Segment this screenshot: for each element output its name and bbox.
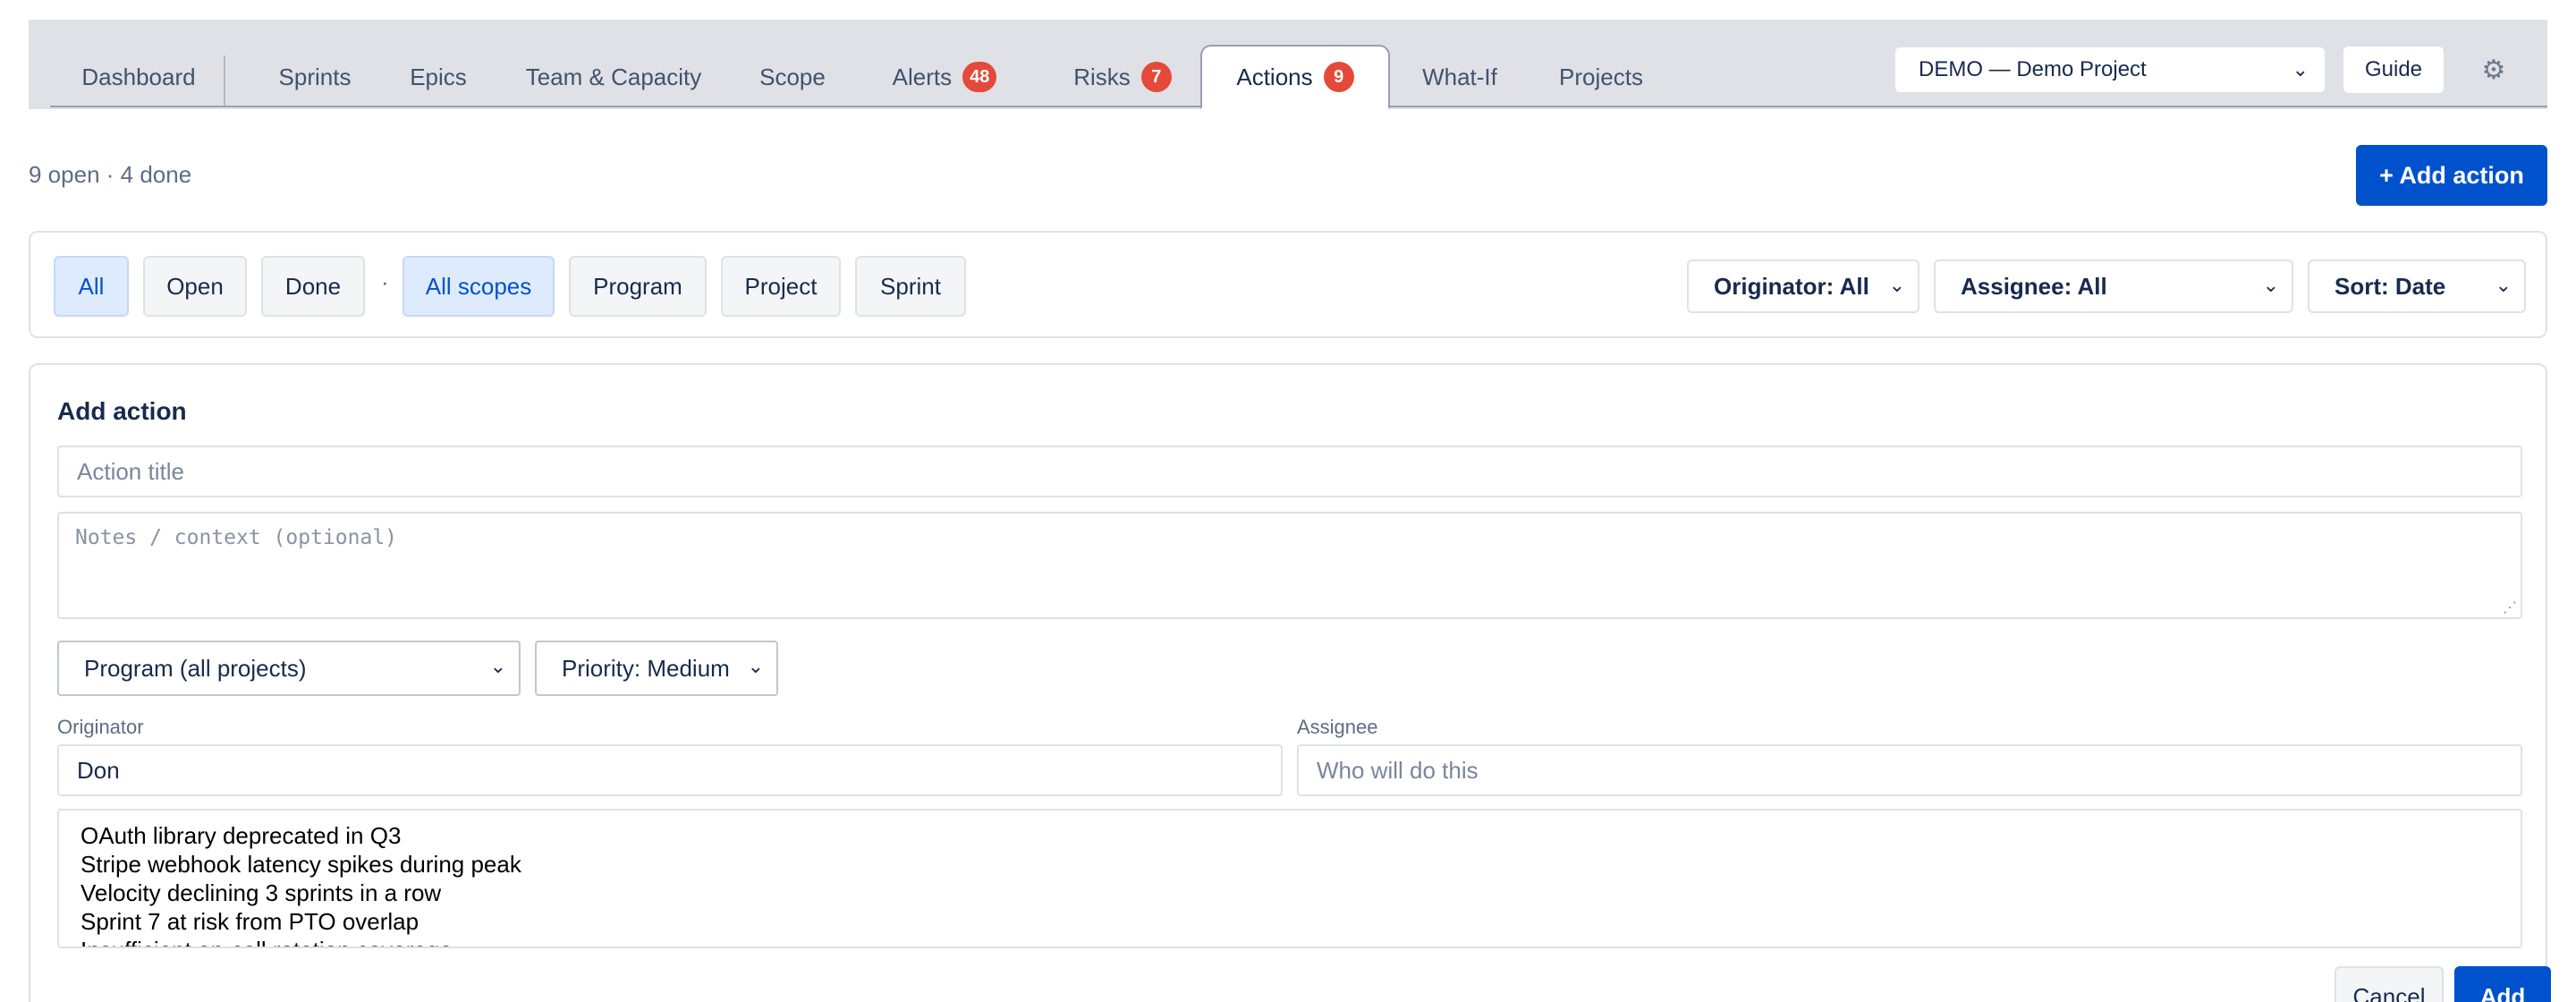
priority-select[interactable]: Priority: Medium ⌄ (535, 641, 778, 696)
form-title: Add action (57, 397, 187, 425)
filter-status-open[interactable]: Open (143, 256, 247, 317)
linked-items-list[interactable]: OAuth library deprecated in Q3 Stripe we… (57, 809, 2522, 948)
assignee-filter-value: Assignee: All (1961, 272, 2107, 300)
notes-textarea[interactable]: Notes / context (optional) ⋰ (57, 512, 2522, 619)
tab-team-capacity[interactable]: Team & Capacity (524, 45, 703, 109)
add-action-form: Add action Action title Notes / context … (29, 363, 2551, 1002)
scope-select-value: Program (all projects) (84, 654, 307, 682)
chevron-down-icon: ⌄ (2262, 274, 2279, 296)
tab-what-if[interactable]: What-If (1415, 45, 1504, 109)
chevron-down-icon: ⌄ (2292, 58, 2309, 81)
actions-summary: 9 open · 4 done (29, 161, 192, 188)
filter-scope-project[interactable]: Project (721, 256, 841, 317)
tab-label: Sprints (278, 63, 352, 90)
scope-select[interactable]: Program (all projects) ⌄ (57, 641, 521, 696)
filter-scope-program[interactable]: Program (569, 256, 707, 317)
filter-scope-sprint[interactable]: Sprint (855, 256, 966, 317)
tab-scope[interactable]: Scope (757, 45, 828, 109)
guide-button[interactable]: Guide (2343, 47, 2444, 93)
add-action-button[interactable]: + Add action (2356, 145, 2547, 206)
resize-handle-icon[interactable]: ⋰ (2503, 599, 2517, 616)
alerts-count-badge: 48 (962, 62, 997, 92)
list-item[interactable]: Velocity declining 3 sprints in a row (80, 879, 2499, 907)
action-title-input[interactable]: Action title (57, 446, 2522, 497)
filter-bar: All Open Done · All scopes Program Proje… (29, 231, 2547, 338)
tab-label: Alerts (892, 63, 953, 90)
tab-sprints[interactable]: Sprints (277, 45, 352, 109)
filter-status-done[interactable]: Done (261, 256, 365, 317)
project-select-value: DEMO — Demo Project (1919, 57, 2147, 81)
tab-actions[interactable]: Actions 9 (1200, 45, 1390, 109)
tab-dashboard[interactable]: Dashboard (80, 45, 197, 109)
chevron-down-icon: ⌄ (1888, 274, 1905, 296)
tab-label: Scope (759, 63, 826, 90)
originator-input[interactable]: Don (57, 744, 1283, 796)
originator-filter-select[interactable]: Originator: All ⌄ (1687, 259, 1919, 313)
filter-status-all[interactable]: All (54, 256, 129, 317)
list-item[interactable]: OAuth library deprecated in Q3 (80, 821, 2499, 850)
chevron-down-icon: ⌄ (489, 655, 506, 677)
tab-risks[interactable]: Risks 7 (1064, 45, 1181, 109)
tab-label: Team & Capacity (525, 63, 702, 90)
tab-label: Dashboard (81, 63, 196, 90)
filter-scope-all[interactable]: All scopes (402, 256, 555, 317)
tab-label: Actions (1236, 63, 1313, 90)
tab-alerts[interactable]: Alerts 48 (882, 45, 1007, 109)
sort-select[interactable]: Sort: Date ⌄ (2308, 259, 2526, 313)
project-select[interactable]: DEMO — Demo Project ⌄ (1894, 47, 2326, 93)
list-item[interactable]: Insufficient on-call rotation coverage (80, 936, 2499, 947)
risks-count-badge: 7 (1140, 62, 1172, 92)
actions-count-badge: 9 (1323, 62, 1354, 92)
sort-value: Sort: Date (2334, 272, 2446, 300)
gear-icon[interactable]: ⚙ (2474, 50, 2513, 89)
cancel-button[interactable]: Cancel (2334, 966, 2444, 1002)
tab-projects[interactable]: Projects (1555, 45, 1648, 109)
list-item[interactable]: Stripe webhook latency spikes during pea… (80, 850, 2499, 879)
filter-separator: · (381, 268, 389, 295)
priority-select-value: Priority: Medium (562, 654, 730, 682)
add-button[interactable]: Add (2454, 966, 2551, 1002)
tab-label: Projects (1559, 63, 1643, 90)
chevron-down-icon: ⌄ (747, 655, 764, 677)
assignee-input[interactable]: Who will do this (1297, 744, 2522, 796)
assignee-filter-select[interactable]: Assignee: All ⌄ (1934, 259, 2293, 313)
tab-epics[interactable]: Epics (406, 45, 470, 109)
tab-label: Risks (1073, 63, 1131, 90)
originator-filter-value: Originator: All (1714, 272, 1869, 300)
list-item[interactable]: Sprint 7 at risk from PTO overlap (80, 907, 2499, 936)
assignee-label: Assignee (1297, 716, 1378, 738)
tab-label: What-If (1422, 63, 1497, 90)
tab-label: Epics (410, 63, 467, 90)
chevron-down-icon: ⌄ (2495, 274, 2512, 296)
tab-separator (224, 55, 225, 106)
originator-label: Originator (57, 716, 144, 738)
notes-placeholder: Notes / context (optional) (75, 526, 398, 549)
